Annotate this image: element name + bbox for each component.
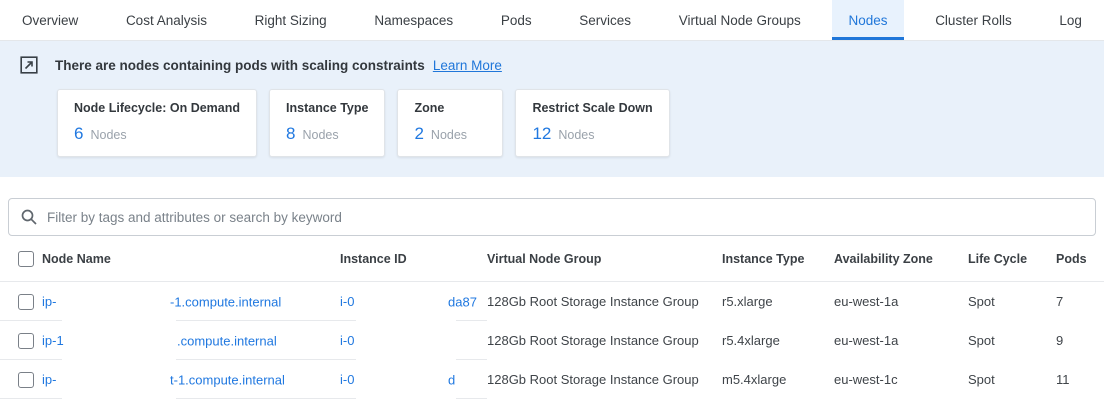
availability-zone-cell: eu-west-1a <box>834 333 968 348</box>
card-title: Instance Type <box>286 101 368 115</box>
nodes-table: Node Name Instance ID Virtual Node Group… <box>0 236 1104 399</box>
tab-services[interactable]: Services <box>563 0 647 40</box>
col-availability-zone: Availability Zone <box>834 252 968 266</box>
node-name-link[interactable]: ip- <box>42 372 56 387</box>
tab-cost-analysis[interactable]: Cost Analysis <box>110 0 223 40</box>
tab-pods[interactable]: Pods <box>485 0 548 40</box>
card-count: 2 <box>414 124 423 143</box>
pods-cell: 7 <box>1056 294 1104 309</box>
instance-id-link[interactable]: d <box>448 372 455 387</box>
filter-search-box <box>8 198 1096 236</box>
learn-more-link[interactable]: Learn More <box>433 58 502 73</box>
card-zone[interactable]: Zone 2 Nodes <box>397 89 503 157</box>
col-life-cycle: Life Cycle <box>968 252 1056 266</box>
card-unit: Nodes <box>302 128 338 142</box>
card-count: 12 <box>532 124 551 143</box>
col-instance-id: Instance ID <box>340 252 487 266</box>
table-row[interactable]: ip- -1.compute.internal i-0 da87 128Gb Roo… <box>0 282 1104 321</box>
tab-namespaces[interactable]: Namespaces <box>358 0 469 40</box>
card-count: 6 <box>74 124 83 143</box>
card-title: Node Lifecycle: On Demand <box>74 101 240 115</box>
tab-right-sizing[interactable]: Right Sizing <box>239 0 343 40</box>
tab-bar: Overview Cost Analysis Right Sizing Name… <box>0 0 1104 41</box>
select-all-checkbox[interactable] <box>18 251 34 267</box>
tab-log[interactable]: Log <box>1043 0 1098 40</box>
card-unit: Nodes <box>431 128 467 142</box>
card-instance-type[interactable]: Instance Type 8 Nodes <box>269 89 385 157</box>
instance-type-cell: r5.xlarge <box>722 294 834 309</box>
banner-message: There are nodes containing pods with sca… <box>55 58 425 73</box>
card-title: Zone <box>414 101 486 115</box>
row-checkbox[interactable] <box>18 333 34 349</box>
scale-constraint-icon <box>20 56 38 74</box>
instance-type-cell: r5.4xlarge <box>722 333 834 348</box>
pods-cell: 9 <box>1056 333 1104 348</box>
card-unit: Nodes <box>90 128 126 142</box>
search-input[interactable] <box>47 210 1095 225</box>
pods-cell: 11 <box>1056 372 1104 387</box>
life-cycle-cell: Spot <box>968 333 1056 348</box>
availability-zone-cell: eu-west-1c <box>834 372 968 387</box>
col-node-name: Node Name <box>42 252 340 266</box>
card-count: 8 <box>286 124 295 143</box>
card-restrict-scale-down[interactable]: Restrict Scale Down 12 Nodes <box>515 89 669 157</box>
instance-id-link[interactable]: i-0 <box>340 333 354 348</box>
life-cycle-cell: Spot <box>968 294 1056 309</box>
instance-id-link[interactable]: da87 <box>448 294 477 309</box>
node-name-link[interactable]: .compute.internal <box>177 333 277 348</box>
node-name-link[interactable]: t-1.compute.internal <box>170 372 285 387</box>
col-pods: Pods <box>1056 252 1104 266</box>
tab-cluster-rolls[interactable]: Cluster Rolls <box>919 0 1028 40</box>
row-checkbox[interactable] <box>18 294 34 310</box>
node-name-link[interactable]: ip- <box>42 294 56 309</box>
instance-type-cell: m5.4xlarge <box>722 372 834 387</box>
life-cycle-cell: Spot <box>968 372 1056 387</box>
virtual-node-group-cell: 128Gb Root Storage Instance Group <box>487 333 722 348</box>
tab-virtual-node-groups[interactable]: Virtual Node Groups <box>663 0 817 40</box>
virtual-node-group-cell: 128Gb Root Storage Instance Group <box>487 294 722 309</box>
scaling-constraints-banner: There are nodes containing pods with sca… <box>0 41 1104 177</box>
instance-id-link[interactable]: i-0 <box>340 372 354 387</box>
constraint-summary-cards: Node Lifecycle: On Demand 6 Nodes Instanc… <box>57 89 1084 157</box>
table-row[interactable]: ip-t-1.compute.internal i-0 d 128Gb Root … <box>0 360 1104 399</box>
availability-zone-cell: eu-west-1a <box>834 294 968 309</box>
search-icon <box>21 209 37 225</box>
card-unit: Nodes <box>558 128 594 142</box>
card-title: Restrict Scale Down <box>532 101 652 115</box>
row-checkbox[interactable] <box>18 372 34 388</box>
tab-overview[interactable]: Overview <box>6 0 94 40</box>
col-instance-type: Instance Type <box>722 252 834 266</box>
node-name-link[interactable]: -1.compute.internal <box>170 294 281 309</box>
node-name-link[interactable]: ip-1 <box>42 333 64 348</box>
instance-id-link[interactable]: i-0 <box>340 294 354 309</box>
table-header-row: Node Name Instance ID Virtual Node Group… <box>0 236 1104 282</box>
table-row[interactable]: ip-1 .compute.internal i-0 128Gb Root Sto… <box>0 321 1104 360</box>
card-node-lifecycle[interactable]: Node Lifecycle: On Demand 6 Nodes <box>57 89 257 157</box>
col-virtual-node-group: Virtual Node Group <box>487 252 722 266</box>
tab-nodes[interactable]: Nodes <box>832 0 903 40</box>
virtual-node-group-cell: 128Gb Root Storage Instance Group <box>487 372 722 387</box>
